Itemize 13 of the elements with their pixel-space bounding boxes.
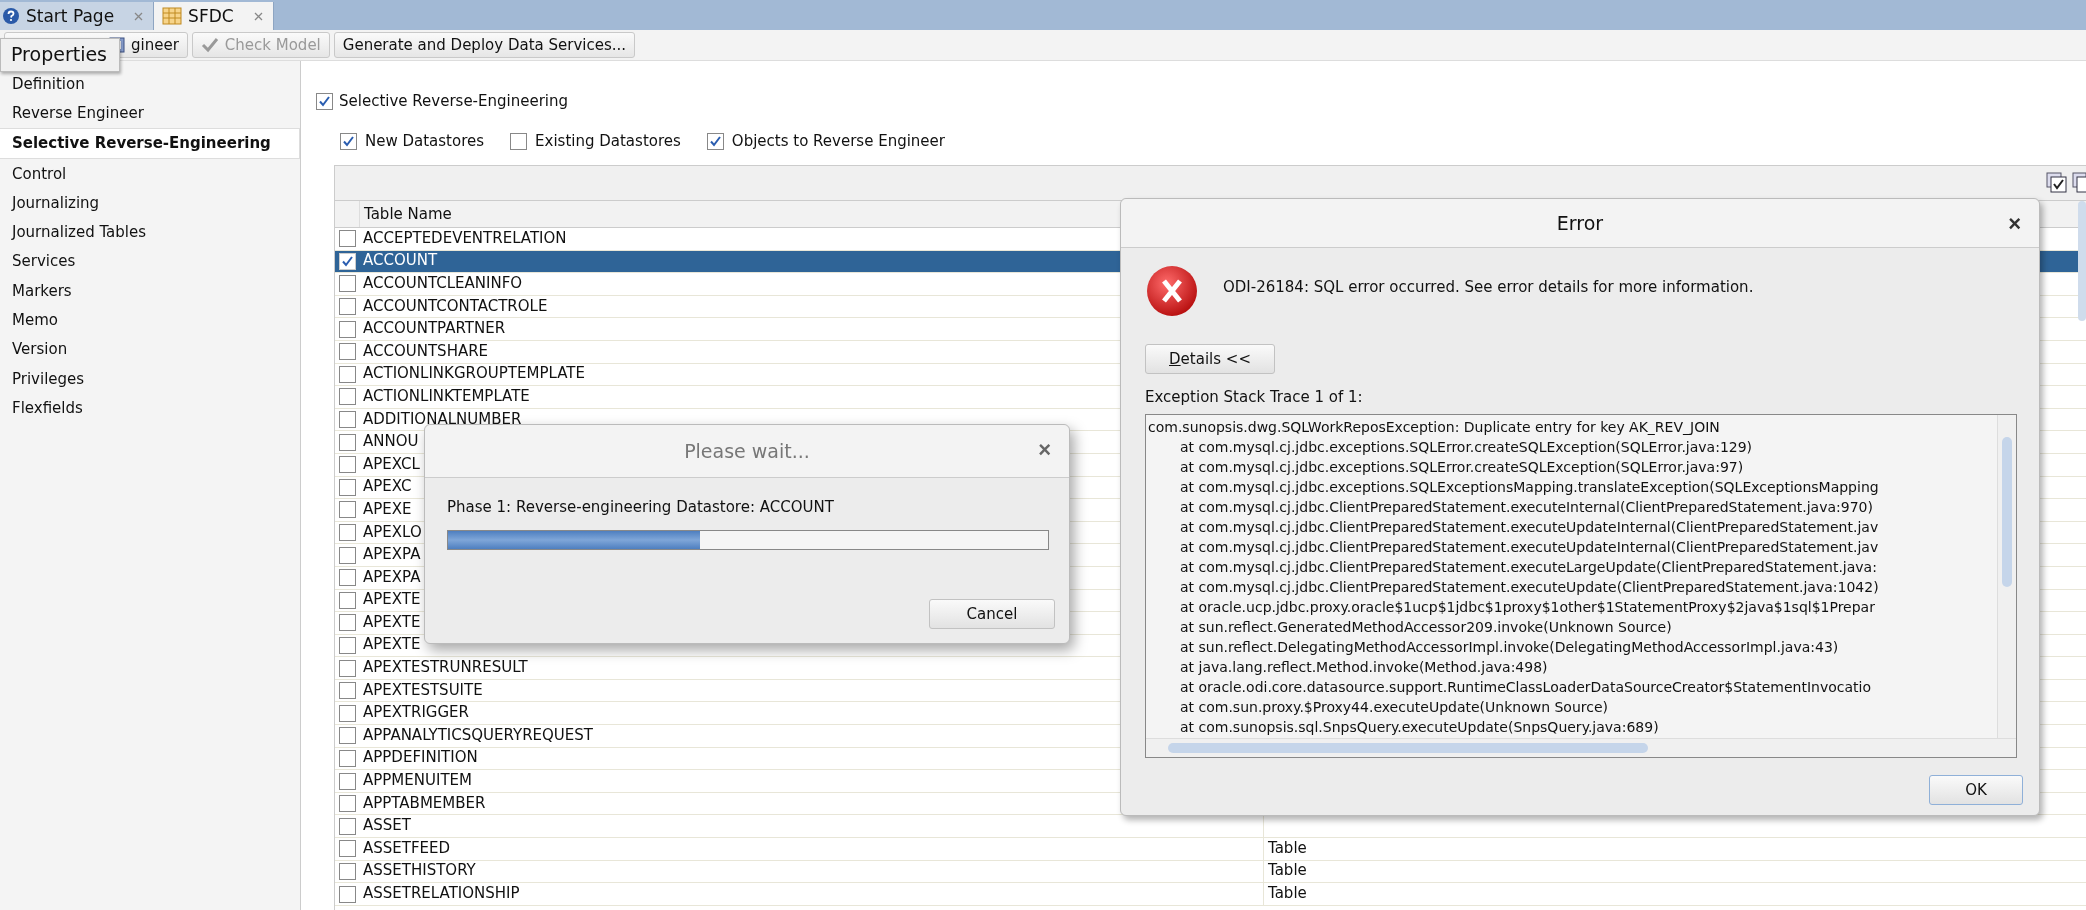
table-cell-text: Table bbox=[1267, 838, 1307, 859]
table-cell-text: Table bbox=[1267, 883, 1307, 904]
table-cell: ASSETFEED bbox=[359, 838, 1264, 860]
dialog-title: Error bbox=[1556, 212, 1604, 234]
progress-message: Phase 1: Reverse-engineering Datastore: ACCOUNT bbox=[447, 498, 835, 516]
checkbox-label: Existing Datastores bbox=[535, 132, 681, 150]
checkbox-label: Selective Reverse-Engineering bbox=[339, 92, 569, 110]
table-cell: ASSETHISTORY bbox=[359, 860, 1264, 883]
table-cell: ASSETRELATIONSHIP bbox=[359, 883, 1264, 905]
checkbox-label: Objects to Reverse Engineer bbox=[731, 132, 945, 150]
checkbox-label: New Datastores bbox=[365, 132, 485, 150]
tooltip: Properties bbox=[0, 38, 121, 72]
table-cell-text: Table bbox=[1267, 860, 1307, 882]
